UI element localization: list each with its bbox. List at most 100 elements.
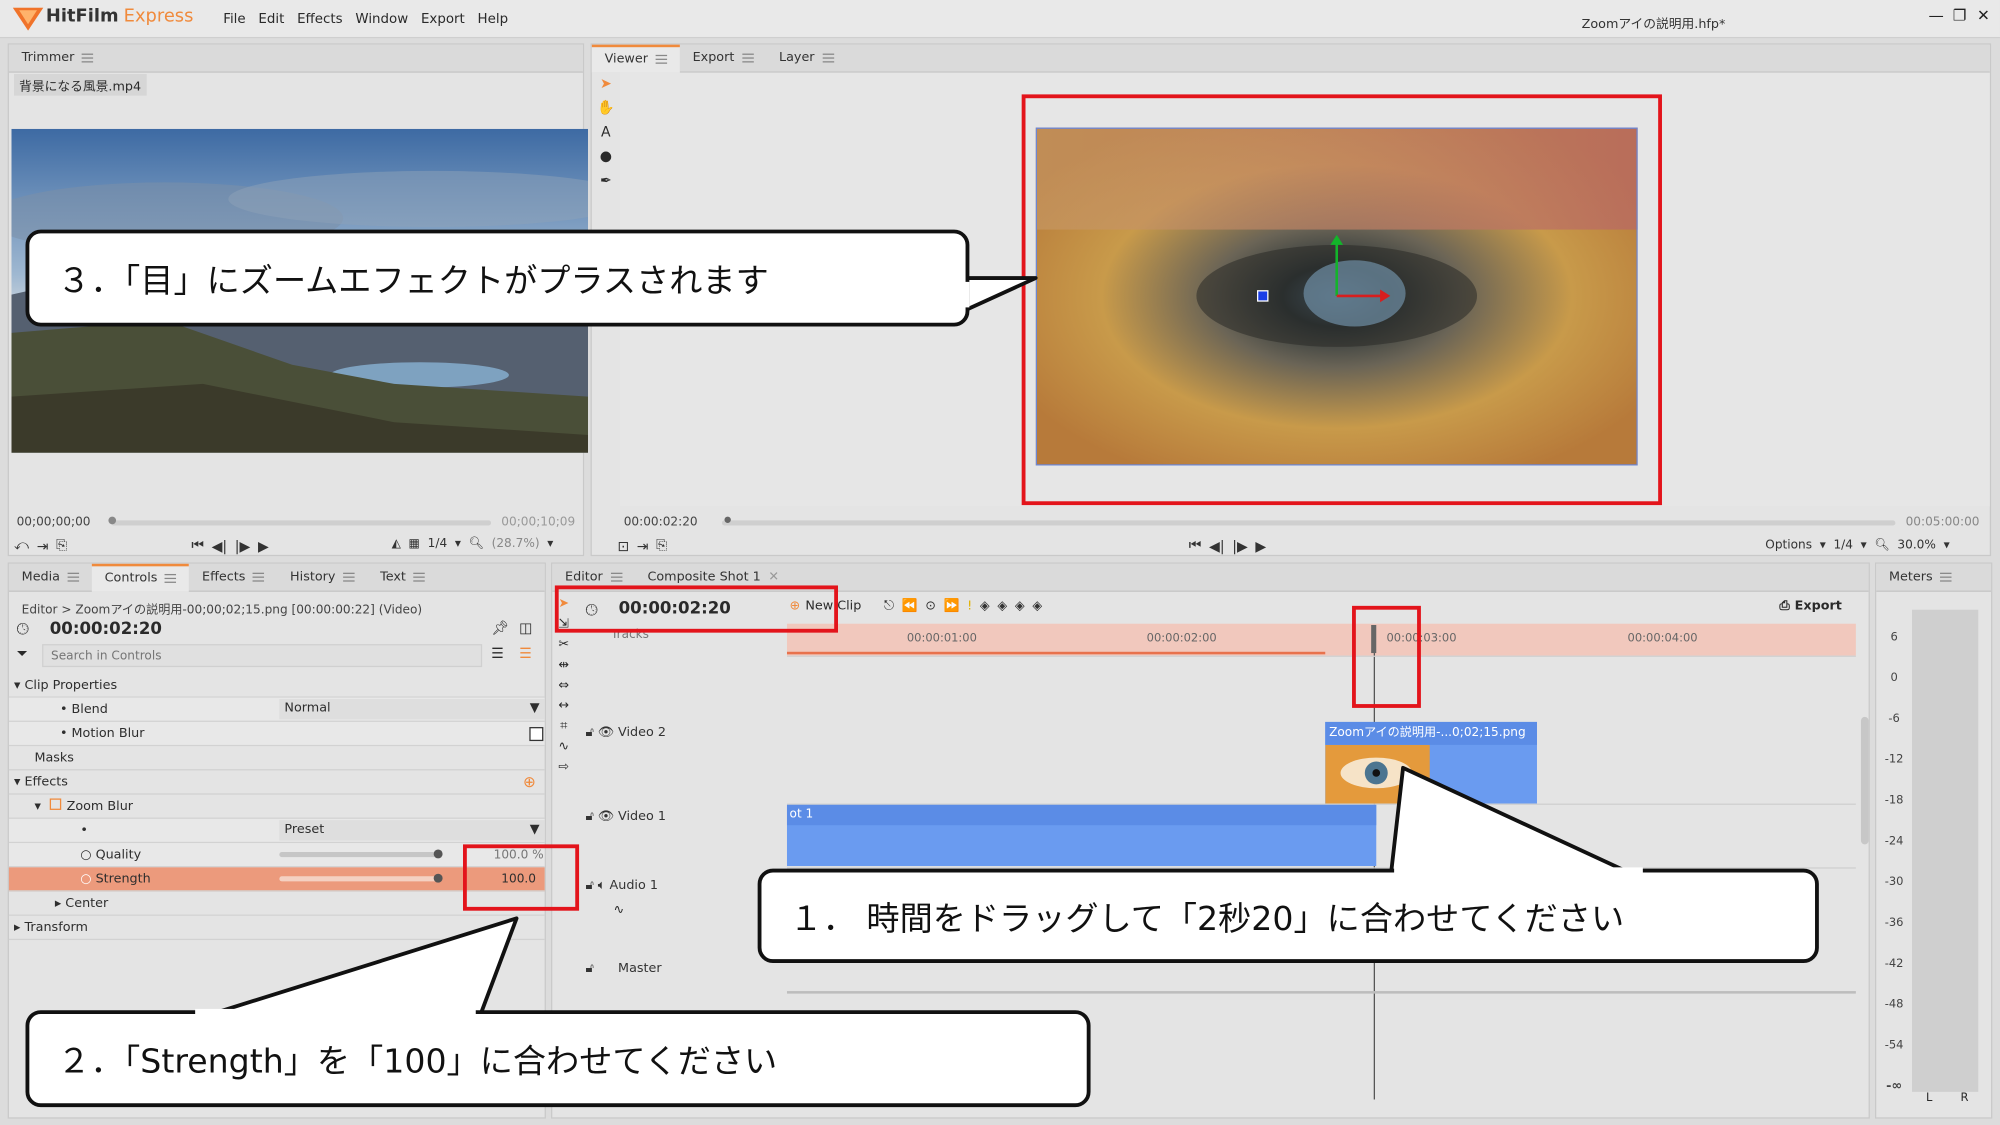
slide-tool-icon[interactable]: ⇔ [558,679,569,693]
tab-menu-icon[interactable] [822,53,834,63]
skip-start-icon[interactable]: ⏮ [191,537,204,555]
minimize-button[interactable]: — [1929,6,1944,24]
masks-row[interactable]: Masks [8,746,545,771]
overlay-icon[interactable]: ⇥ [37,538,49,555]
effect-toggle-icon[interactable] [50,798,62,810]
lock-icon[interactable]: 🔓︎ [585,726,593,740]
insert-icon[interactable]: ⤺ [14,537,29,555]
tab-layer[interactable]: Layer [766,44,846,72]
tab-menu-icon[interactable] [81,53,94,63]
tab-menu-icon[interactable] [165,573,177,583]
next-edit-icon[interactable]: ⏩ [944,599,960,613]
tab-menu-icon[interactable] [655,54,668,64]
grid-icon[interactable]: ▦ [409,537,420,551]
keyframe-nav-icon[interactable]: ◈ [1032,599,1042,613]
layout-icon[interactable]: ◫ [519,620,532,637]
menu-effects[interactable]: Effects [297,11,343,26]
tab-history[interactable]: History [277,563,367,591]
export-frame-icon[interactable]: ⎘ [56,537,67,555]
ellipse-mask-icon[interactable]: ● [600,148,612,165]
export-frame-icon[interactable]: ⎘ [656,537,667,555]
menu-edit[interactable]: Edit [258,11,284,26]
skip-start-icon[interactable]: ⏮ [1189,537,1202,555]
tab-menu-icon[interactable] [742,53,754,63]
step-back-icon[interactable]: ◀︎| [1209,538,1225,555]
eye-icon[interactable]: 👁︎ [598,726,614,740]
speaker-icon[interactable]: 🔈︎ [598,879,606,893]
snap-icon[interactable]: ∿ [558,740,569,754]
quality-slider-handle[interactable] [433,849,443,859]
lock-icon[interactable]: 🔓︎ [585,962,593,976]
rate-stretch-icon[interactable]: ⌗ [560,719,567,733]
preset-dropdown[interactable]: Preset ▼ [279,820,545,841]
text-tool-icon[interactable]: A [601,124,611,141]
zoom-blur-row[interactable]: ▾ Zoom Blur [8,795,545,819]
tab-export[interactable]: Export [680,44,766,72]
viewer-zoom-select[interactable]: 1/4 [1833,538,1853,552]
keyframe-icon[interactable]: ○ [80,872,91,886]
trimmer-zoom-select[interactable]: 1/4 [428,537,448,551]
clip-video-2[interactable]: Zoomアイの説明用-...0;02;15.png [1325,721,1537,804]
keyframe-nav-icon[interactable]: ◈ [1015,599,1025,613]
add-effect-icon[interactable]: ⊕ [523,770,536,794]
chevron-down-icon[interactable]: ▾ [547,537,553,551]
lock-icon[interactable]: 🔓︎ [585,810,593,824]
tab-trimmer[interactable]: Trimmer [9,44,106,72]
menu-help[interactable]: Help [478,11,509,26]
tab-media[interactable]: Media [9,563,92,591]
scopes-icon[interactable]: ◭ [392,537,401,551]
roll-tool-icon[interactable]: ↔ [558,699,569,713]
play-icon[interactable]: ▶ [1255,538,1266,555]
work-area-bar[interactable] [786,651,1326,655]
lock-icon[interactable]: 🔓︎ [585,879,593,893]
controls-time[interactable]: 00:00:02:20 [50,620,162,639]
chevron-down-icon[interactable]: ▾ [1861,538,1867,552]
viewer-options-button[interactable]: Options [1765,538,1812,552]
menu-export[interactable]: Export [421,11,465,26]
clip-properties-row[interactable]: ▾ Clip Properties [8,673,545,698]
tab-menu-icon[interactable] [253,572,265,582]
step-forward-icon[interactable]: |▶︎ [235,538,251,555]
keyframe-icon[interactable]: ○ [80,848,91,862]
waveform-icon[interactable]: ∿ [614,903,625,917]
tab-text[interactable]: Text [367,563,437,591]
trimmer-scrubber[interactable] [110,520,492,526]
tab-menu-icon[interactable] [610,572,622,582]
trimmer-zoom-value[interactable]: (28.7%) [492,537,540,551]
select-tool-icon[interactable]: ➤ [600,75,612,92]
safe-area-icon[interactable]: ⊡ [617,538,629,555]
maximize-button[interactable]: ❐ [1953,6,1967,24]
quality-slider[interactable] [279,852,439,858]
link-icon[interactable]: ⇨ [558,760,569,774]
keyframe-nav-icon[interactable]: ◈ [980,599,990,613]
viewer-zoom-value[interactable]: 30.0% [1897,538,1936,552]
chevron-down-icon[interactable]: ▾ [1944,538,1950,552]
blend-dropdown[interactable]: Normal ▼ [279,698,545,720]
tab-menu-icon[interactable] [413,572,426,582]
razor-tool-icon[interactable]: ✂ [558,638,569,652]
overlay-icon[interactable]: ⇥ [637,538,649,555]
menu-file[interactable]: File [223,11,245,26]
strength-slider-handle[interactable] [433,873,443,883]
strength-slider[interactable] [279,876,439,882]
detail-view-icon[interactable]: ☰ [519,645,532,662]
effects-row[interactable]: ▾ Effects ⊕ [8,770,545,795]
trimmer-playhead[interactable] [108,516,117,525]
close-button[interactable]: ✕ [1977,6,1990,24]
tab-menu-icon[interactable] [343,572,355,582]
timeline-ruler[interactable]: 00:00:01:00 00:00:02:00 00:00:03:00 00:0… [786,623,1856,656]
transform-row[interactable]: ▸ Transform [8,916,545,941]
record-icon[interactable]: ⊙ [925,599,936,613]
tab-viewer[interactable]: Viewer [591,44,680,73]
tab-effects[interactable]: Effects [189,563,277,591]
list-view-icon[interactable]: ☰ [491,645,504,662]
keyframe-nav-icon[interactable]: ◈ [997,599,1007,613]
unlink-icon[interactable]: ⎋ [884,599,894,613]
step-back-icon[interactable]: ◀︎| [212,538,228,555]
chevron-down-icon[interactable]: ▾ [455,537,461,551]
tab-controls[interactable]: Controls [91,563,190,592]
play-icon[interactable]: ▶ [258,538,269,555]
editor-export-button[interactable]: ⎙ Export [1779,599,1842,613]
pin-icon[interactable]: 📌︎ [491,620,509,637]
step-forward-icon[interactable]: |▶︎ [1232,538,1248,555]
